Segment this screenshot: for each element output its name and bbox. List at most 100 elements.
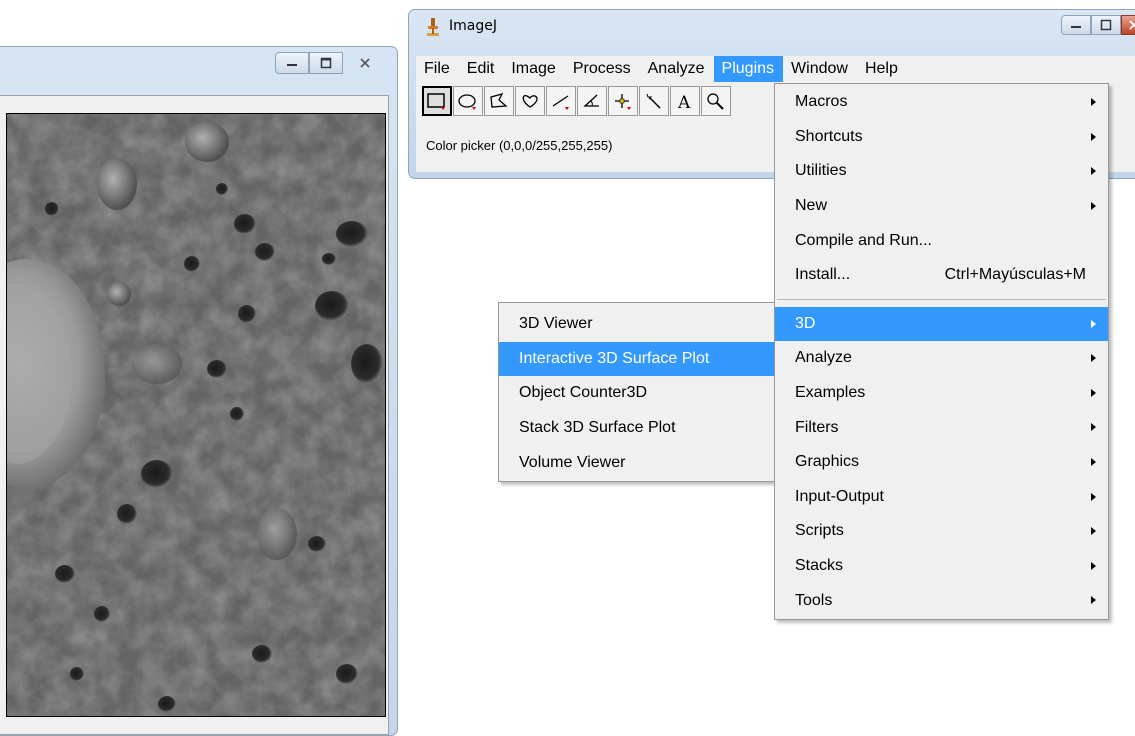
menu-plugins[interactable]: Plugins [713,56,784,82]
rectangle-tool-button[interactable] [422,86,452,116]
minimize-button[interactable] [275,52,309,74]
menu-item-label: 3D [795,314,816,332]
menu-item-shortcuts[interactable]: Shortcuts [775,120,1108,155]
polygon-tool-button[interactable] [484,86,514,116]
submenu-3d: 3D Viewer Interactive 3D Surface Plot Ob… [498,302,777,482]
menu-item-label: Filters [795,418,839,436]
menu-item-label: Scripts [795,522,844,540]
minimize-icon [287,64,297,66]
line-tool-button[interactable] [546,86,576,116]
window-title: ImageJ [449,18,497,34]
menu-item-volume-viewer[interactable]: Volume Viewer [499,445,776,480]
imagej-window-controls [1061,15,1135,35]
image-window[interactable] [0,46,398,736]
menu-item-label: Utilities [795,162,847,180]
menu-item-scripts[interactable]: Scripts [775,514,1108,549]
text-tool-icon: A [677,93,691,111]
menu-item-3d-viewer[interactable]: 3D Viewer [499,307,776,342]
menu-item-label: Tools [795,591,833,609]
image-window-controls [275,52,387,74]
close-icon [1129,20,1135,30]
menu-process[interactable]: Process [565,56,640,82]
maximize-icon [1100,19,1112,31]
menu-item-accelerator: Ctrl+Mayúsculas+M [944,266,1086,284]
submenu-arrow-icon [1091,388,1096,397]
menu-edit[interactable]: Edit [459,56,504,82]
freehand-tool-icon [522,95,538,108]
menu-item-label: New [795,197,828,215]
close-icon [360,58,370,68]
wand-tool-button[interactable] [639,86,669,116]
magnifier-tool-icon [707,93,724,110]
menu-item-input-output[interactable]: Input-Output [775,480,1108,515]
line-tool-icon [552,95,569,110]
menu-item-macros[interactable]: Macros [775,85,1108,120]
submenu-arrow-icon [1091,132,1096,141]
submenu-arrow-icon [1091,354,1096,363]
submenu-arrow-icon [1091,457,1096,466]
menu-item-label: Shortcuts [795,127,863,145]
menu-analyze[interactable]: Analyze [640,56,714,82]
menu-item-examples[interactable]: Examples [775,376,1108,411]
text-tool-button[interactable]: A [670,86,700,116]
menu-file[interactable]: File [416,56,459,82]
submenu-arrow-icon [1091,561,1096,570]
wand-tool-icon [646,93,661,109]
moon-surface-image [7,114,385,716]
maximize-button[interactable] [309,52,343,74]
menu-item-3d[interactable]: 3D [775,306,1108,342]
menu-separator [775,293,1108,307]
submenu-arrow-icon [1091,319,1096,328]
menu-item-label: Analyze [795,349,852,367]
oval-tool-button[interactable] [453,86,483,116]
menu-item-label: Graphics [795,453,860,471]
close-button[interactable] [1121,15,1135,35]
moon-crater-image[interactable] [6,113,386,717]
menu-item-install[interactable]: Install... Ctrl+Mayúsculas+M [775,258,1108,293]
menu-item-analyze[interactable]: Analyze [775,341,1108,376]
menu-item-label: Stacks [795,557,844,575]
menu-item-compile-and-run[interactable]: Compile and Run... [775,223,1108,258]
point-tool-icon [615,94,631,110]
menu-item-utilities[interactable]: Utilities [775,154,1108,189]
image-window-client [0,95,389,735]
menu-item-filters[interactable]: Filters [775,410,1108,445]
menu-item-new[interactable]: New [775,189,1108,224]
menu-item-stack-3d-surface-plot[interactable]: Stack 3D Surface Plot [499,411,776,446]
menu-item-label: Install... [795,266,851,284]
angle-tool-icon [583,94,599,107]
submenu-arrow-icon [1091,527,1096,536]
submenu-arrow-icon [1091,596,1096,605]
angle-tool-button[interactable] [577,86,607,116]
plugins-menu: Macros Shortcuts Utilities New Compile a… [774,83,1109,620]
menu-item-object-counter3d[interactable]: Object Counter3D [499,376,776,411]
menu-image[interactable]: Image [503,56,564,82]
close-button[interactable] [343,52,387,74]
maximize-button[interactable] [1091,15,1121,35]
minimize-icon [1071,26,1081,28]
menu-item-graphics[interactable]: Graphics [775,445,1108,480]
point-tool-button[interactable] [608,86,638,116]
menu-item-stacks[interactable]: Stacks [775,549,1108,584]
menu-item-label: Input-Output [795,487,884,505]
menu-item-tools[interactable]: Tools [775,583,1108,618]
submenu-arrow-icon [1091,201,1096,210]
imagej-app-icon [427,18,439,36]
polygon-tool-icon [490,92,508,108]
oval-tool-icon [458,94,476,110]
submenu-arrow-icon [1091,492,1096,501]
menu-item-label: Compile and Run... [795,231,932,249]
menu-item-label: Macros [795,93,848,111]
submenu-arrow-icon [1091,423,1096,432]
menu-item-interactive-3d-surface-plot[interactable]: Interactive 3D Surface Plot [499,341,776,377]
svg-text:A: A [677,93,691,111]
menu-help[interactable]: Help [857,56,907,82]
magnifier-tool-button[interactable] [701,86,731,116]
rectangle-tool-icon [427,93,445,110]
menu-window[interactable]: Window [783,56,857,82]
menu-bar: File Edit Image Process Analyze Plugins … [416,56,1135,82]
freehand-tool-button[interactable] [515,86,545,116]
minimize-button[interactable] [1061,15,1091,35]
menu-item-label: Examples [795,384,866,402]
submenu-arrow-icon [1091,98,1096,106]
